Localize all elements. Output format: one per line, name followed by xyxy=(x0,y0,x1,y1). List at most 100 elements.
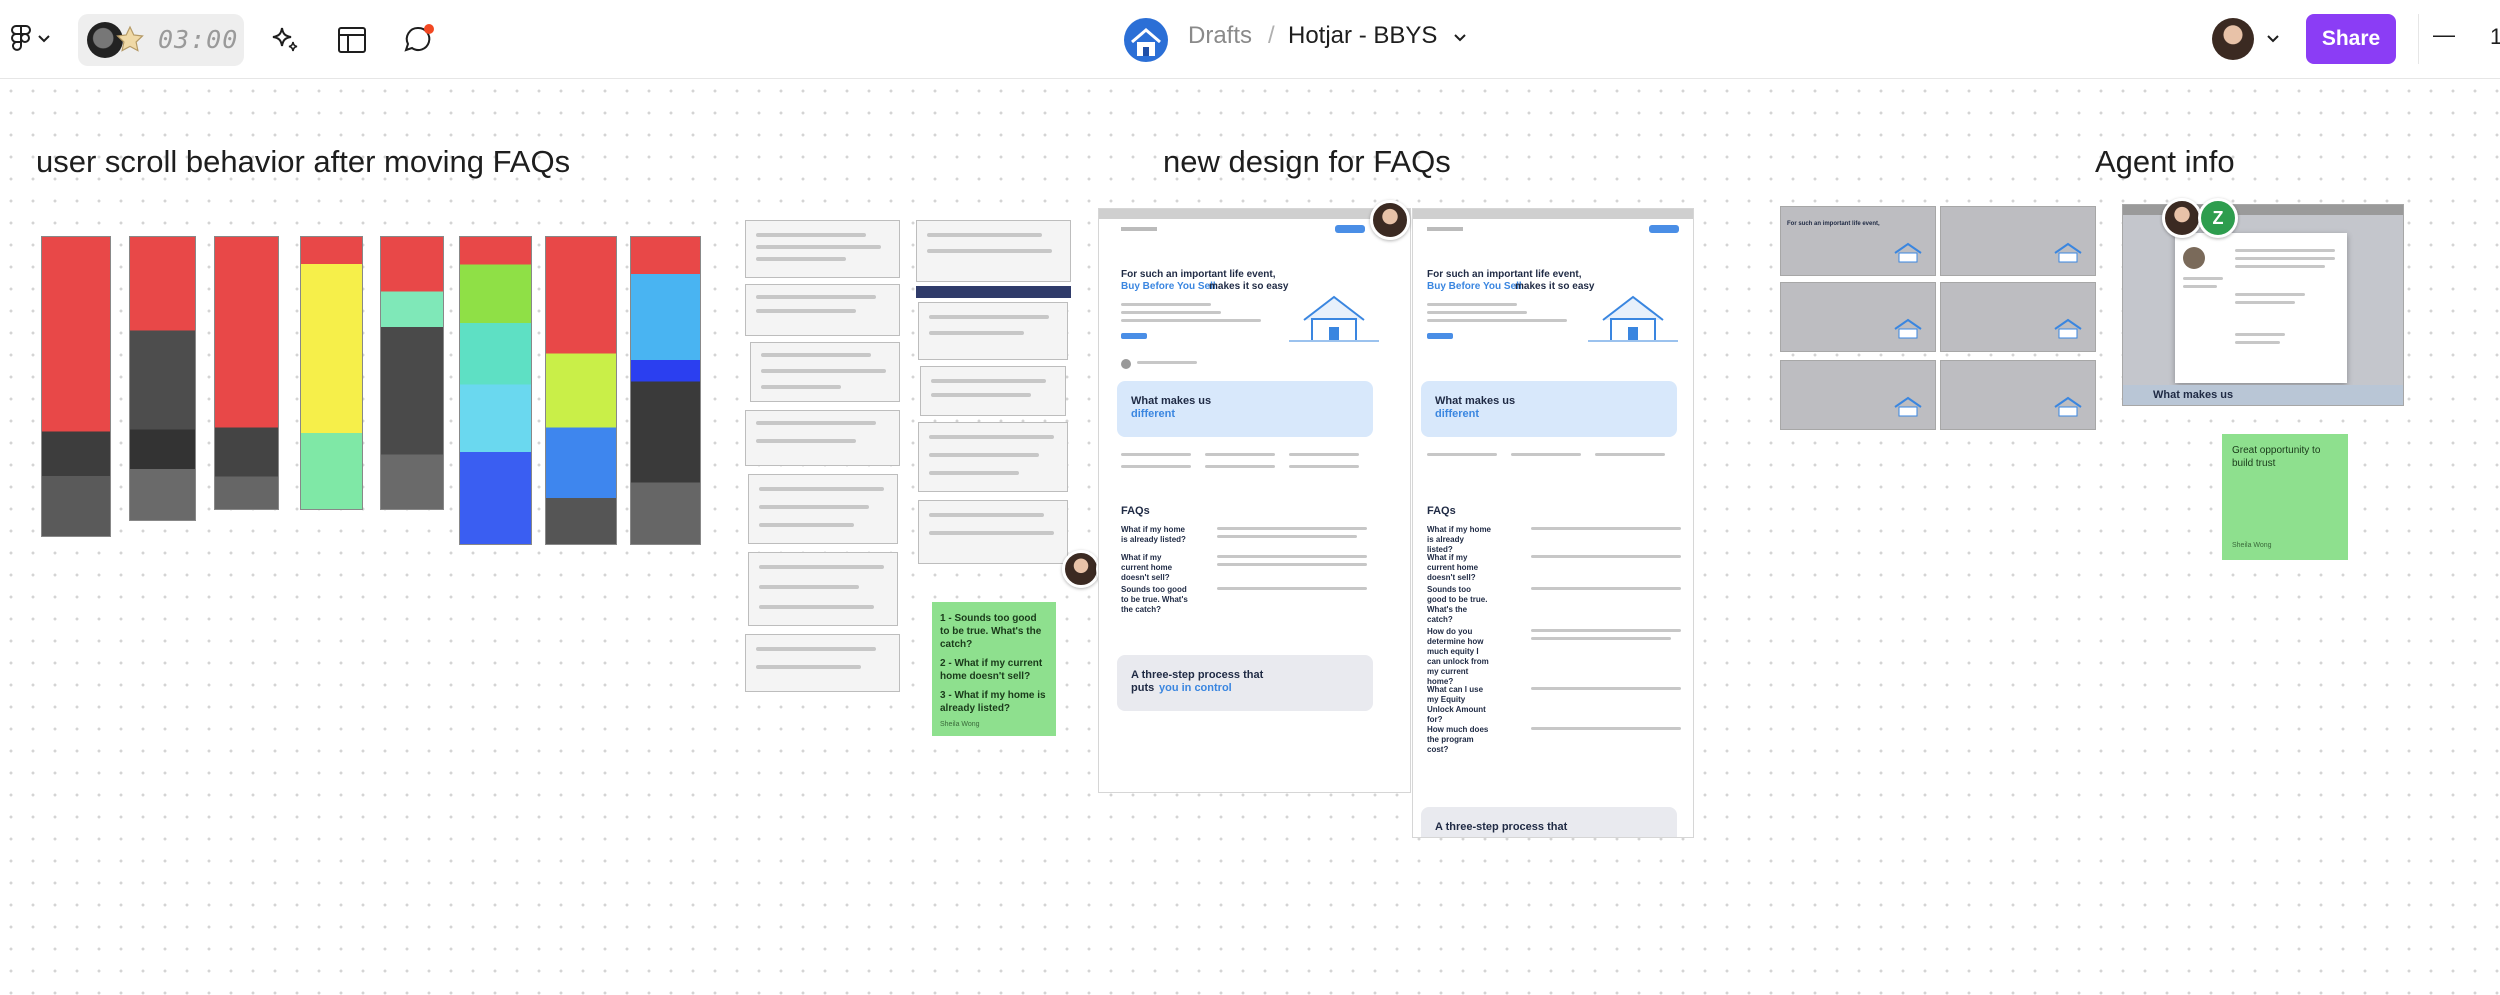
faqs-heading: FAQs xyxy=(1121,505,1150,517)
mock-text-line xyxy=(1121,303,1211,306)
section-title-faq[interactable]: new design for FAQs xyxy=(1163,144,1451,180)
faq-answer-line xyxy=(1217,527,1367,530)
user-avatar[interactable] xyxy=(2212,18,2254,60)
house-illustration-icon xyxy=(1289,295,1379,342)
process-line-short: A three-step process that xyxy=(1435,821,1568,833)
faq-doc-thumb-11[interactable] xyxy=(918,422,1068,492)
agent-info-screenshot[interactable]: What makes us xyxy=(2122,204,2404,406)
agent-thumb-3[interactable] xyxy=(1780,282,1936,352)
mock-feature xyxy=(1121,465,1191,468)
faq-doc-thumb-2[interactable] xyxy=(745,284,900,336)
faq-answer-line xyxy=(1531,555,1681,558)
collaborator-avatar-1[interactable] xyxy=(1062,550,1100,588)
top-toolbar: 03:00 Drafts / Hotjar - BBYS Share — 1 xyxy=(0,0,2500,79)
section-title-scroll[interactable]: user scroll behavior after moving FAQs xyxy=(36,144,570,180)
browser-bar xyxy=(1099,209,1410,219)
hero-line-2: Buy Before You Sell xyxy=(1121,281,1216,292)
house-illustration-icon xyxy=(1588,295,1678,342)
agent-thumb-1[interactable]: For such an important life event, xyxy=(1780,206,1936,276)
ai-button[interactable] xyxy=(262,18,308,62)
faq-design-mockup-2[interactable]: For such an important life event, Buy Be… xyxy=(1412,208,1694,838)
mock-feature xyxy=(1427,453,1497,456)
breadcrumb-project[interactable]: Drafts xyxy=(1188,22,1252,50)
faq-doc-thumb-12[interactable] xyxy=(918,500,1068,564)
faq-question-1: What if my home is already listed? xyxy=(1121,525,1186,544)
agent-thumb-2[interactable] xyxy=(1940,206,2096,276)
canvas[interactable]: user scroll behavior after moving FAQs n… xyxy=(0,80,2500,995)
collaborator-avatar-z[interactable]: Z xyxy=(2198,198,2238,238)
diff-line-1: What makes us xyxy=(1435,395,1516,407)
faq-doc-thumb-10[interactable] xyxy=(920,366,1066,416)
faq-question-2: What if my current home doesn't sell? xyxy=(1427,553,1479,582)
faq-question-5: What can I use my Equity Unlock Amount f… xyxy=(1427,685,1486,724)
faq-doc-thumb-4[interactable] xyxy=(745,410,900,466)
agent-detail-line xyxy=(2235,333,2285,336)
faq-order-sticky-note[interactable]: 1 - Sounds too good to be true. What's t… xyxy=(932,602,1056,736)
faq-doc-thumb-5[interactable] xyxy=(748,474,898,544)
mock-testimonial xyxy=(1121,359,1131,369)
faq-doc-thumb-7[interactable] xyxy=(745,634,900,692)
zoom-out-button[interactable]: — xyxy=(2433,22,2455,48)
mock-nav xyxy=(1121,227,1157,231)
agent-thumb-5[interactable] xyxy=(1780,360,1936,430)
timer-widget[interactable]: 03:00 xyxy=(78,14,244,66)
mock-nav xyxy=(1427,227,1463,231)
scroll-heatmap-7[interactable] xyxy=(545,236,617,545)
figma-logo-icon xyxy=(11,25,31,51)
hero-line-1: For such an important life event, xyxy=(1121,269,1276,280)
share-button[interactable]: Share xyxy=(2306,14,2396,64)
user-menu-chevron-icon[interactable] xyxy=(2266,34,2280,44)
house-icon xyxy=(1894,396,1922,417)
scroll-heatmap-2[interactable] xyxy=(129,236,196,521)
file-name[interactable]: Hotjar - BBYS xyxy=(1288,22,1437,50)
mock-text-line xyxy=(1427,303,1517,306)
scroll-heatmap-1[interactable] xyxy=(41,236,111,537)
agent-modal xyxy=(2175,233,2347,383)
faq-answer-line xyxy=(1217,555,1367,558)
mock-cta-button xyxy=(1121,333,1147,339)
scroll-heatmap-6[interactable] xyxy=(459,236,532,545)
hero-line-3: makes it so easy xyxy=(1209,281,1289,292)
faq-doc-thumb-6[interactable] xyxy=(748,552,898,626)
faq-doc-thumb-1[interactable] xyxy=(745,220,900,278)
agent-sticky-note[interactable]: Great opportunity to build trust Sheila … xyxy=(2222,434,2348,560)
faq-question-4: How do you determine how much equity I c… xyxy=(1427,627,1489,686)
faq-answer-line xyxy=(1531,637,1671,640)
collaborator-avatar-2[interactable] xyxy=(1370,200,1410,240)
sticky-line-2: 2 - What if my current home doesn't sell… xyxy=(940,658,1043,682)
diff-line-2: different xyxy=(1435,408,1479,420)
collaborator-avatar-3[interactable] xyxy=(2162,198,2202,238)
faq-question-1: What if my home is already listed? xyxy=(1427,525,1492,554)
hero-line-2: Buy Before You Sell xyxy=(1427,281,1522,292)
faq-design-mockup-1[interactable]: For such an important life event, Buy Be… xyxy=(1098,208,1411,793)
agent-thumb-6[interactable] xyxy=(1940,360,2096,430)
comment-icon xyxy=(404,24,434,52)
section-title-agent[interactable]: Agent info xyxy=(2095,144,2235,180)
agent-thumb-4[interactable] xyxy=(1940,282,2096,352)
process-line-2: puts xyxy=(1131,682,1155,694)
scroll-heatmap-8[interactable] xyxy=(630,236,701,545)
scroll-heatmap-3[interactable] xyxy=(214,236,279,510)
diff-line-2: different xyxy=(1131,408,1175,420)
process-line-3: you in control xyxy=(1159,682,1232,694)
mock-feature xyxy=(1205,465,1275,468)
file-menu-chevron-icon[interactable] xyxy=(1453,33,1467,43)
zoom-value[interactable]: 1 xyxy=(2490,24,2500,50)
mock-cta-button xyxy=(1427,333,1453,339)
faq-doc-thumb-3[interactable] xyxy=(750,342,900,402)
faq-doc-thumb-9[interactable] xyxy=(918,302,1068,360)
scroll-heatmap-5[interactable] xyxy=(380,236,444,510)
faq-answer-line xyxy=(1531,587,1681,590)
comments-button[interactable] xyxy=(396,16,442,62)
scroll-heatmap-4[interactable] xyxy=(300,236,363,510)
layout-button[interactable] xyxy=(330,18,374,62)
faq-doc-thumb-8[interactable] xyxy=(916,220,1071,282)
mock-feature xyxy=(1289,453,1359,456)
faq-question-3: Sounds too good to be true. What's the c… xyxy=(1121,585,1188,614)
faq-answer-line xyxy=(1217,563,1367,566)
main-menu-button[interactable] xyxy=(4,20,56,58)
faq-answer-line xyxy=(1531,629,1681,632)
faqs-heading: FAQs xyxy=(1427,505,1456,517)
faq-answer-line xyxy=(1531,687,1681,690)
timer-text: 03:00 xyxy=(158,25,239,54)
